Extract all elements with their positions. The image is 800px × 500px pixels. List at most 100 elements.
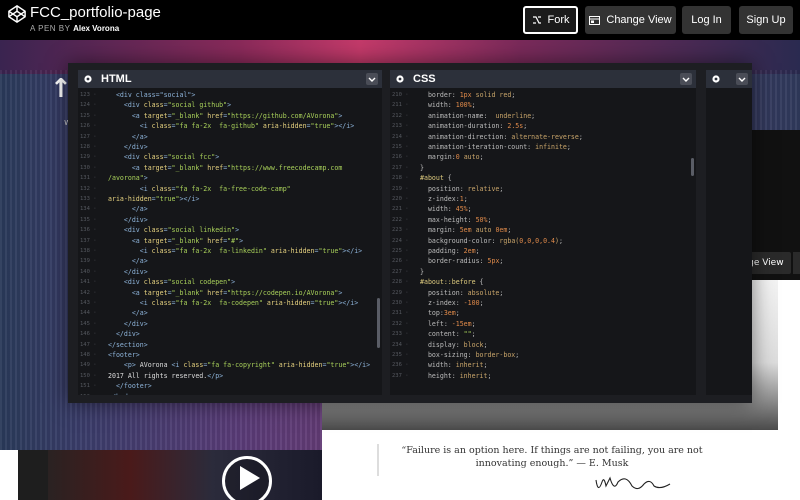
line-number: 235 · — [392, 352, 409, 358]
code-token: <i — [108, 122, 152, 131]
code-token: ; — [467, 205, 472, 214]
css-scrollbar[interactable] — [691, 158, 694, 176]
code-token: </body> — [108, 393, 136, 395]
line-number: 218 · — [392, 175, 409, 182]
line-number: 210 · — [392, 92, 409, 98]
code-line: z-index: -100; — [420, 299, 688, 307]
code-token: target — [143, 111, 168, 120]
line-number: 145 · — [80, 320, 97, 327]
line-number: 140 · — [80, 268, 97, 275]
code-token: ; — [471, 330, 476, 339]
code-token: 0,0,0,0.4 — [519, 236, 555, 245]
gear-icon[interactable] — [395, 74, 405, 84]
code-token: } — [420, 267, 424, 276]
code-token: "_blank" — [171, 163, 204, 172]
code-token: <div — [108, 101, 144, 110]
code-token: ; — [499, 257, 504, 266]
code-token: <i — [171, 361, 184, 370]
code-token: position: — [420, 288, 468, 297]
code-line: aria-hidden="true"></i> — [108, 195, 374, 203]
login-button[interactable]: Log In — [682, 6, 731, 34]
line-number: 132 · — [80, 185, 97, 192]
code-token: 45% — [455, 205, 468, 214]
code-token: background-color: — [420, 236, 500, 245]
code-line: 2017 All rights reserved.</p> — [108, 372, 374, 380]
code-token: href — [207, 288, 224, 297]
preview-edge-button[interactable] — [793, 252, 800, 274]
video-section — [0, 450, 322, 500]
html-pane: HTML 123 · 124 · 125 · 126 · 127 · 128 · 129 ·… — [78, 70, 382, 395]
code-token: ></i> — [338, 299, 359, 307]
code-token: </a> — [108, 132, 148, 141]
line-number: 213 · — [392, 123, 409, 130]
codepen-logo-icon[interactable] — [8, 5, 26, 23]
code-token: 2017 All rights reserved. — [108, 371, 208, 380]
code-token: ; — [499, 288, 504, 297]
line-number: 137 · — [80, 237, 97, 244]
gear-icon[interactable] — [711, 74, 721, 84]
code-token: </a> — [108, 309, 148, 318]
chevron-down-icon[interactable] — [736, 73, 748, 85]
gear-icon[interactable] — [83, 74, 93, 84]
code-line: <div class="social"> — [108, 91, 374, 99]
code-token: "https://www.freecodecamp.com — [227, 163, 343, 172]
photo-margin — [778, 280, 800, 450]
code-line: animation-name: underline; — [420, 112, 688, 120]
code-token: "true" — [318, 247, 343, 255]
code-line: animation-iteration-count: infinite; — [420, 143, 688, 151]
code-token: ; — [479, 299, 484, 307]
pen-author-link[interactable]: Alex Vorona — [73, 24, 119, 33]
line-number: 232 · — [392, 320, 409, 327]
line-number: 151 · — [80, 383, 97, 390]
code-token: relative — [467, 184, 500, 193]
code-token: ; — [487, 371, 492, 380]
js-code-area[interactable] — [706, 88, 752, 395]
code-line: </div> — [108, 216, 374, 224]
line-number: 230 · — [392, 300, 409, 306]
code-token: target — [143, 288, 168, 297]
code-token: width: — [420, 205, 456, 214]
code-token: /avorona" — [108, 174, 144, 183]
code-token: AVorona — [139, 361, 172, 370]
html-code-area[interactable]: 123 · 124 · 125 · 126 · 127 · 128 · 129 · 130 ·… — [78, 88, 382, 395]
code-token: > — [143, 174, 148, 183]
code-token: ; — [531, 111, 536, 120]
line-number: 147 · — [80, 341, 97, 348]
code-line: </body> — [108, 393, 374, 395]
code-token: </a> — [108, 205, 148, 214]
code-token: animation-iteration-count: — [420, 143, 536, 151]
chevron-down-icon[interactable] — [680, 73, 692, 85]
code-token: ; — [483, 361, 488, 370]
line-number: 219 · — [392, 185, 409, 192]
code-token: 1px — [459, 91, 472, 99]
chevron-down-icon[interactable] — [366, 73, 378, 85]
line-number: 131 · — [80, 175, 97, 182]
html-code[interactable]: <div class="social"> <div class="social … — [108, 88, 374, 395]
js-pane-header — [706, 70, 752, 88]
code-token: > — [338, 288, 343, 297]
code-token: absolute — [467, 288, 500, 297]
css-pane-title: CSS — [413, 73, 436, 85]
change-view-button[interactable]: Change View — [585, 6, 676, 34]
line-number: 144 · — [80, 310, 97, 317]
code-token: <a — [108, 163, 144, 172]
code-token: margin: — [420, 226, 460, 235]
line-number: 217 · — [392, 164, 409, 171]
line-number: 149 · — [80, 362, 97, 369]
signup-button[interactable]: Sign Up — [739, 6, 793, 34]
css-code[interactable]: border: 1px solid red; width: 100%; anim… — [420, 88, 688, 395]
video-frame — [18, 450, 322, 500]
code-line: <i class="fa fa-2x fa-github" aria-hidde… — [108, 122, 374, 130]
line-number: 224 · — [392, 237, 409, 244]
code-line: width: 100%; — [420, 101, 688, 109]
code-token: "social linkedin" — [167, 226, 236, 235]
html-scrollbar[interactable] — [377, 298, 380, 348]
line-number: 134 · — [80, 206, 97, 213]
code-line: position: relative; — [420, 185, 688, 193]
code-token: display: — [420, 340, 464, 349]
code-token: "_blank" — [171, 288, 204, 297]
code-line: <i class="fa fa-2x fa-linkedin" aria-hid… — [108, 247, 374, 255]
fork-button[interactable]: Fork — [523, 6, 578, 34]
css-code-area[interactable]: 210 · 211 · 212 · 213 · 214 · 215 · 216 · 217 ·… — [390, 88, 696, 395]
line-number-gutter: 210 · 211 · 212 · 213 · 214 · 215 · 216 · 217 ·… — [390, 88, 420, 395]
